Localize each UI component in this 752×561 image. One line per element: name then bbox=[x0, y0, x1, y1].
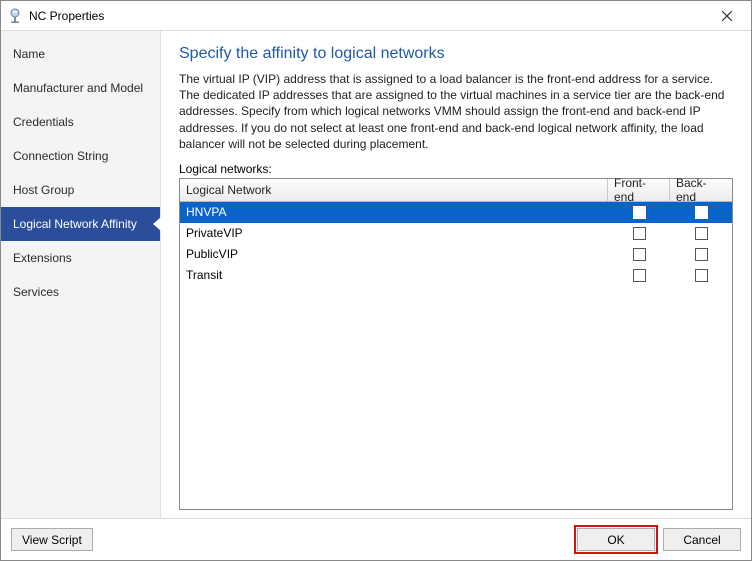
row-network-name: PublicVIP bbox=[180, 244, 608, 265]
close-icon bbox=[722, 11, 732, 21]
cancel-button[interactable]: Cancel bbox=[663, 528, 741, 551]
sidebar-item-host-group[interactable]: Host Group bbox=[1, 173, 160, 207]
frontend-checkbox[interactable] bbox=[633, 269, 646, 282]
window-frame: NC Properties Name Manufacturer and Mode… bbox=[0, 0, 752, 561]
frontend-checkbox[interactable] bbox=[633, 248, 646, 261]
grid-label: Logical networks: bbox=[179, 162, 733, 176]
column-header-network[interactable]: Logical Network bbox=[180, 179, 608, 201]
sidebar-item-connection-string[interactable]: Connection String bbox=[1, 139, 160, 173]
backend-checkbox[interactable] bbox=[695, 227, 708, 240]
table-row[interactable]: PublicVIP bbox=[180, 244, 732, 265]
body: Name Manufacturer and Model Credentials … bbox=[1, 31, 751, 518]
page-description: The virtual IP (VIP) address that is ass… bbox=[179, 71, 733, 152]
backend-checkbox[interactable] bbox=[695, 269, 708, 282]
table-row[interactable]: HNVPA bbox=[180, 202, 732, 223]
titlebar: NC Properties bbox=[1, 1, 751, 31]
footer: View Script OK Cancel bbox=[1, 518, 751, 560]
frontend-checkbox[interactable] bbox=[633, 206, 646, 219]
sidebar-item-services[interactable]: Services bbox=[1, 275, 160, 309]
row-network-name: PrivateVIP bbox=[180, 223, 608, 244]
row-network-name: HNVPA bbox=[180, 202, 608, 223]
sidebar-item-manufacturer[interactable]: Manufacturer and Model bbox=[1, 71, 160, 105]
sidebar: Name Manufacturer and Model Credentials … bbox=[1, 31, 161, 518]
logical-networks-grid: Logical Network Front-end Back-end HNVPA… bbox=[179, 178, 733, 510]
sidebar-item-credentials[interactable]: Credentials bbox=[1, 105, 160, 139]
backend-checkbox[interactable] bbox=[695, 248, 708, 261]
close-button[interactable] bbox=[707, 2, 747, 30]
view-script-button[interactable]: View Script bbox=[11, 528, 93, 551]
page-heading: Specify the affinity to logical networks bbox=[179, 45, 733, 63]
grid-body: HNVPA PrivateVIP PublicVIP bbox=[180, 202, 732, 509]
grid-header: Logical Network Front-end Back-end bbox=[180, 179, 732, 202]
backend-checkbox[interactable] bbox=[695, 206, 708, 219]
window-title: NC Properties bbox=[29, 9, 707, 23]
column-header-frontend[interactable]: Front-end bbox=[608, 179, 670, 201]
column-header-backend[interactable]: Back-end bbox=[670, 179, 732, 201]
sidebar-item-extensions[interactable]: Extensions bbox=[1, 241, 160, 275]
table-row[interactable]: PrivateVIP bbox=[180, 223, 732, 244]
table-row[interactable]: Transit bbox=[180, 265, 732, 286]
row-network-name: Transit bbox=[180, 265, 608, 286]
ok-button[interactable]: OK bbox=[577, 528, 655, 551]
app-icon bbox=[7, 8, 23, 24]
sidebar-item-logical-network-affinity[interactable]: Logical Network Affinity bbox=[1, 207, 160, 241]
frontend-checkbox[interactable] bbox=[633, 227, 646, 240]
sidebar-item-name[interactable]: Name bbox=[1, 37, 160, 71]
main-panel: Specify the affinity to logical networks… bbox=[161, 31, 751, 518]
